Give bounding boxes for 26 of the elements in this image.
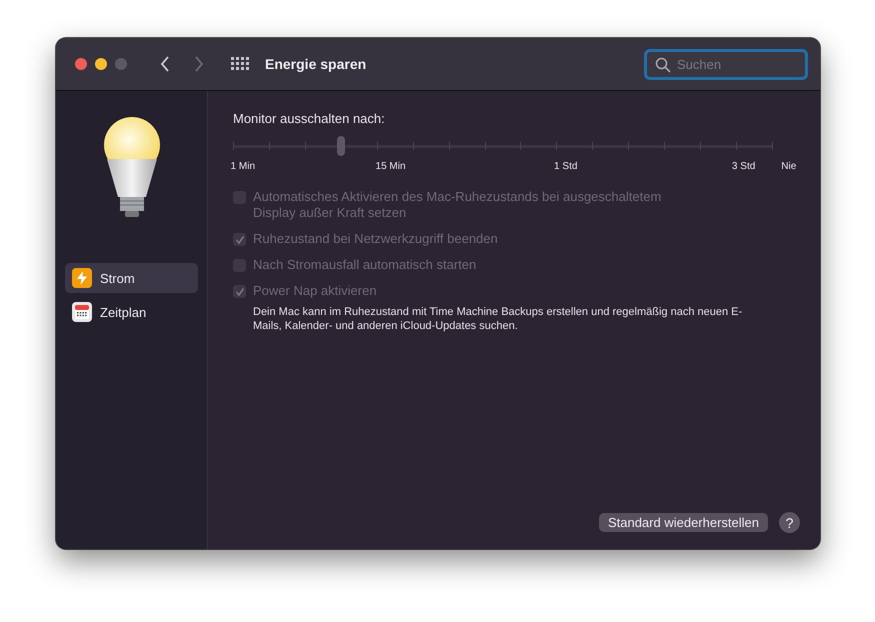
search-field[interactable]: Suchen [644, 48, 808, 80]
tick-label: 1 Min [230, 161, 255, 172]
checkbox-label: Automatisches Aktivieren des Mac-Ruhezustands bei ausgeschaltetem Display außer Kraft setzen [253, 189, 662, 221]
help-button[interactable]: ? [779, 512, 800, 533]
zoom-button[interactable] [115, 58, 127, 70]
description-text: Dein Mac kann im Ruhezustand mit Time Machine Backups erstellen und regelmäßig nach neuen E-Mails, Kalender- und anderen iCloud-Updates suchen. [253, 305, 744, 333]
checkbox-label: Ruhezustand bei Netzwerkzugriff beenden [253, 231, 499, 247]
back-icon[interactable] [159, 55, 171, 73]
tick-label: 15 Min [376, 161, 406, 172]
grid-icon[interactable] [231, 57, 249, 71]
close-button[interactable] [75, 58, 87, 70]
checkbox-label: Power Nap aktivieren [253, 283, 378, 299]
checkbox-label: Nach Stromausfall automatisch starten [253, 257, 478, 273]
slider-label: Monitor ausschalten nach: [233, 111, 386, 126]
window-title: Energie sparen [265, 56, 366, 72]
slider-thumb[interactable] [336, 136, 345, 156]
tick-label: Nie [781, 161, 796, 172]
calendar-icon [72, 302, 92, 322]
lightning-icon [72, 268, 92, 288]
sidebar-item[interactable]: Zeitplan [65, 297, 198, 327]
tick-label: 1 Std [554, 161, 578, 172]
sidebar-item[interactable]: Strom [65, 263, 198, 293]
restore-defaults-button[interactable]: Standard wiederherstellen [598, 513, 768, 532]
tick-label: 3 Std [732, 161, 756, 172]
forward-icon[interactable] [193, 55, 205, 73]
minimize-button[interactable] [95, 58, 107, 70]
